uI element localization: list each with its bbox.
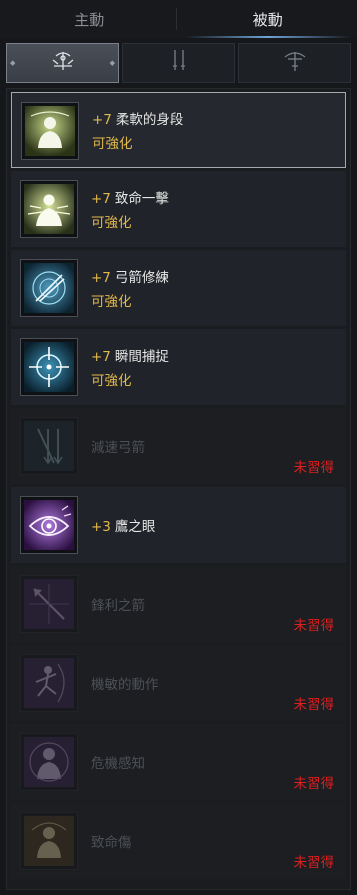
archery-training-icon xyxy=(24,263,74,313)
skill-upgradable-status: 可強化 xyxy=(91,215,132,231)
skill-name: 鋒利之箭 xyxy=(91,598,145,614)
category-blades[interactable] xyxy=(122,43,235,83)
category-archer[interactable] xyxy=(6,43,119,83)
skill-icon-frame xyxy=(20,338,78,396)
slowing-arrow-icon xyxy=(24,421,74,471)
tab-active-skills[interactable]: 主動 xyxy=(0,0,179,38)
skill-icon-frame xyxy=(20,496,78,554)
skill-name-line: +3 鷹之眼 xyxy=(91,515,155,535)
skill-row[interactable]: 致命傷 未習得 xyxy=(11,803,346,879)
skill-name: 鷹之眼 xyxy=(114,519,156,535)
skill-icon-frame xyxy=(21,102,79,160)
skill-text: 減速弓箭 xyxy=(91,408,145,484)
skill-text: +3 鷹之眼 xyxy=(91,487,155,563)
agile-motion-icon xyxy=(24,658,74,708)
skill-text: 致命傷 xyxy=(91,803,132,879)
skill-icon-frame xyxy=(20,575,78,633)
skill-text: 機敏的動作 xyxy=(91,645,159,721)
skill-row[interactable]: 機敏的動作 未習得 xyxy=(11,645,346,721)
skill-name: 弓箭修練 xyxy=(114,270,169,286)
skill-level: +7 xyxy=(92,112,112,128)
skill-unlearned-status: 未習得 xyxy=(293,776,335,792)
skill-row[interactable]: 減速弓箭 未習得 xyxy=(11,408,346,484)
skill-unlearned-status: 未習得 xyxy=(293,855,335,871)
dual-blades-icon xyxy=(164,46,194,80)
skill-row[interactable]: +7 瞬間捕捉 可強化 xyxy=(11,329,346,405)
skill-level: +7 xyxy=(91,191,111,207)
moment-capture-icon xyxy=(24,342,74,392)
skill-name-line: +7 致命一擊 xyxy=(91,187,169,207)
skill-unlearned-status: 未習得 xyxy=(293,460,335,476)
skill-upgradable-status: 可強化 xyxy=(92,136,133,152)
skill-name-line: +7 柔軟的身段 xyxy=(92,108,183,128)
crisis-sense-icon xyxy=(24,737,74,787)
skill-name-line: +7 弓箭修練 xyxy=(91,266,169,286)
skill-type-tabs: 主動 被動 xyxy=(0,0,357,38)
skill-unlearned-status: 未習得 xyxy=(293,618,335,634)
skill-text: +7 弓箭修練 可強化 xyxy=(91,250,169,326)
tab-passive-skills[interactable]: 被動 xyxy=(179,0,357,38)
skill-row[interactable]: 鋒利之箭 未習得 xyxy=(11,566,346,642)
skill-name: 致命一擊 xyxy=(114,191,169,207)
skill-name: 瞬間捕捉 xyxy=(114,349,169,365)
skill-upgradable-status: 可強化 xyxy=(91,373,132,389)
hawk-eye-icon xyxy=(24,500,74,550)
skill-name: 致命傷 xyxy=(91,835,132,851)
fatal-strike-icon xyxy=(24,184,74,234)
skill-icon-frame xyxy=(20,733,78,791)
skill-text: 鋒利之箭 xyxy=(91,566,145,642)
category-crossbow[interactable] xyxy=(238,43,351,83)
skill-text: +7 瞬間捕捉 可強化 xyxy=(91,329,169,405)
skill-row[interactable]: +7 致命一擊 可強化 xyxy=(11,171,346,247)
archer-emblem-icon xyxy=(48,46,78,80)
skill-name: 減速弓箭 xyxy=(91,440,145,456)
skill-level: +7 xyxy=(91,270,111,286)
skill-text: 危機感知 xyxy=(91,724,145,800)
skill-upgradable-status: 可強化 xyxy=(91,294,132,310)
skill-name: 危機感知 xyxy=(91,756,145,772)
skill-row[interactable]: 危機感知 未習得 xyxy=(11,724,346,800)
skill-unlearned-status: 未習得 xyxy=(293,697,335,713)
passive-skill-list: +7 柔軟的身段 可強化 +7 致命一擊 可強化 +7 弓箭修練 可強化 +7 … xyxy=(6,88,351,890)
sharp-arrow-icon xyxy=(24,579,74,629)
skill-name: 柔軟的身段 xyxy=(115,112,184,128)
skill-name: 機敏的動作 xyxy=(91,677,159,693)
skill-icon-frame xyxy=(20,654,78,712)
tab-divider xyxy=(176,8,177,30)
skill-name-line: +7 瞬間捕捉 xyxy=(91,345,169,365)
skill-icon-frame xyxy=(20,417,78,475)
skill-row[interactable]: +3 鷹之眼 xyxy=(11,487,346,563)
skill-icon-frame xyxy=(20,259,78,317)
flexible-body-icon xyxy=(25,106,75,156)
skill-icon-frame xyxy=(20,812,78,870)
skill-level: +3 xyxy=(91,519,111,535)
skill-text: +7 柔軟的身段 可強化 xyxy=(92,93,183,167)
skill-icon-frame xyxy=(20,180,78,238)
skill-level: +7 xyxy=(91,349,111,365)
crossbow-icon xyxy=(280,46,310,80)
weapon-category-bar xyxy=(6,43,351,83)
skill-row[interactable]: +7 弓箭修練 可強化 xyxy=(11,250,346,326)
fatal-wound-icon xyxy=(24,816,74,866)
skill-row[interactable]: +7 柔軟的身段 可強化 xyxy=(11,92,346,168)
skill-text: +7 致命一擊 可強化 xyxy=(91,171,169,247)
